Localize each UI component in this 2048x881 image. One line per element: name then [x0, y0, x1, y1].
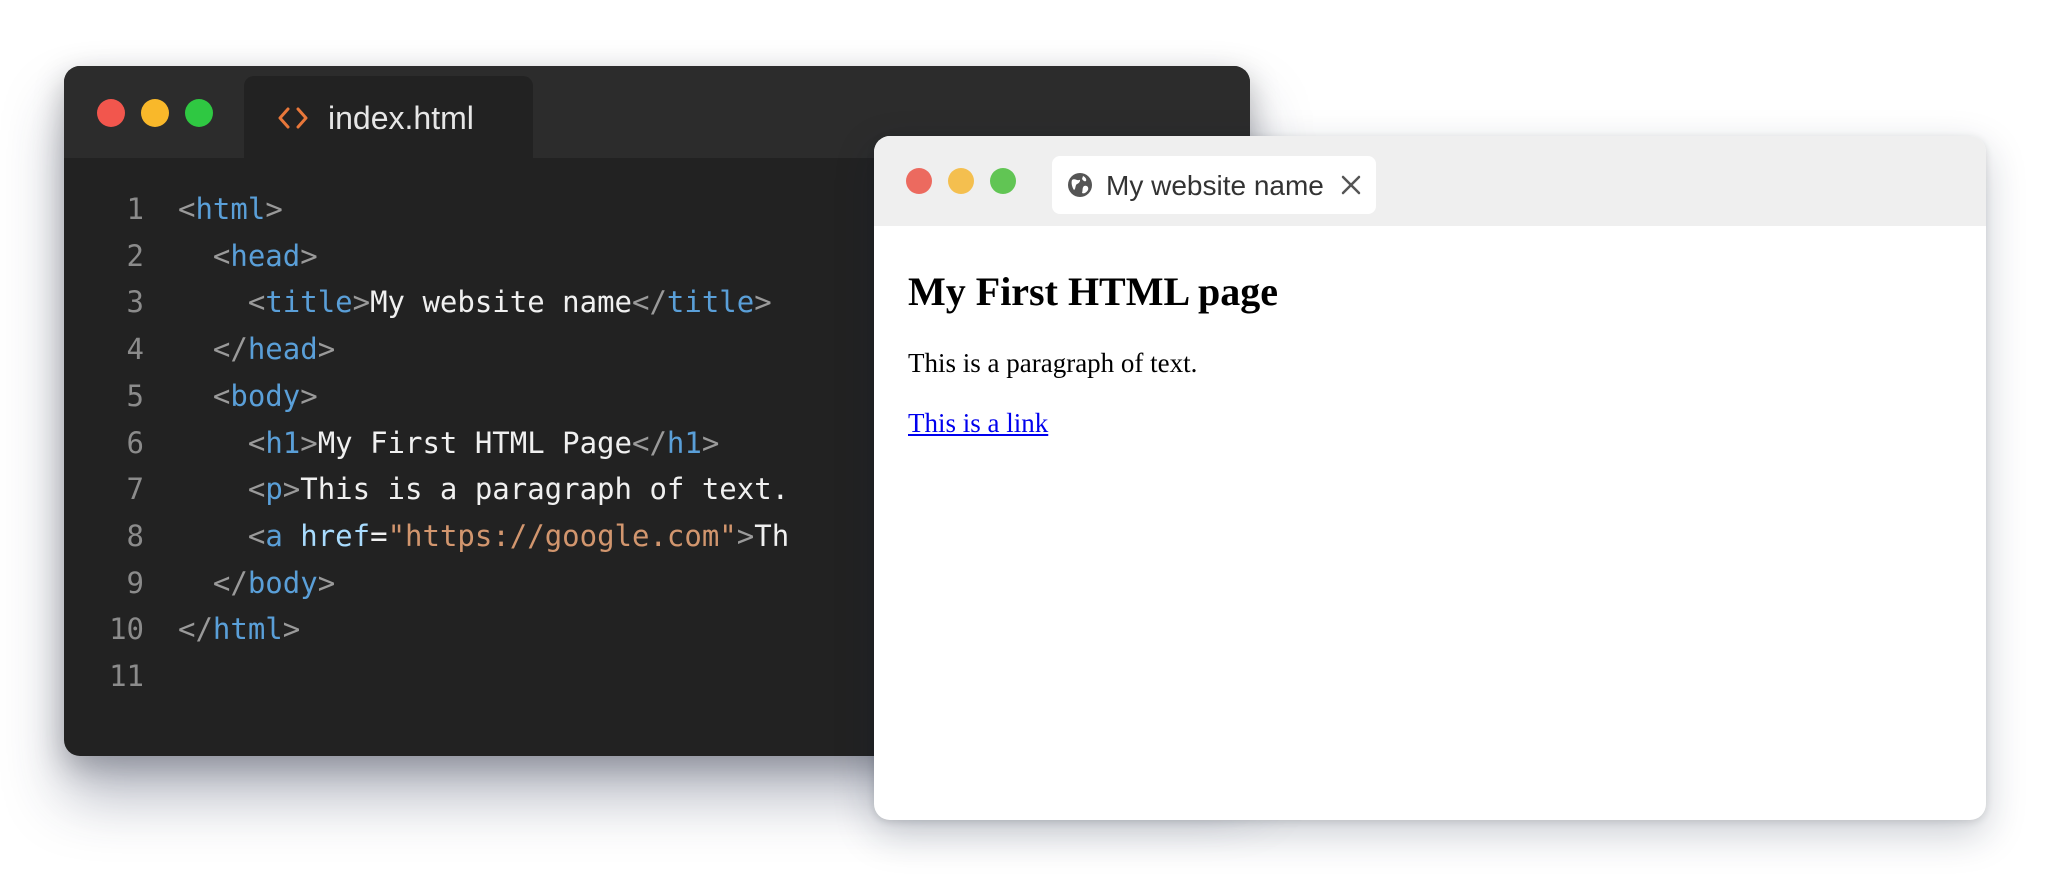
code-text: <p>This is a paragraph of text. [247, 472, 790, 507]
code-text: <h1>My First HTML Page</h1> [247, 425, 720, 460]
browser-window: My website name My First HTML page This … [874, 136, 1986, 820]
browser-close-button[interactable] [906, 168, 932, 194]
close-icon[interactable] [1340, 174, 1362, 196]
code-text: <html> [178, 192, 283, 226]
line-number: 8 [126, 518, 144, 553]
line-number: 5 [126, 378, 144, 413]
code-text: </head> [212, 332, 336, 367]
line-number: 11 [109, 659, 144, 693]
code-text: <a href="https://google.com">Th [247, 518, 790, 553]
close-window-button[interactable] [97, 99, 125, 127]
line-number: 6 [126, 425, 144, 460]
line-number: 9 [126, 565, 144, 600]
browser-title-bar: My website name [874, 136, 1986, 226]
page-heading: My First HTML page [908, 269, 1278, 314]
browser-tab[interactable]: My website name [1052, 156, 1376, 214]
code-text: <body> [212, 378, 318, 413]
editor-tab-index-html[interactable]: index.html [244, 76, 533, 158]
line-number: 4 [126, 332, 144, 367]
code-icon [278, 107, 308, 129]
page-paragraph: This is a paragraph of text. [908, 348, 1198, 378]
browser-window-controls [906, 168, 1016, 194]
line-number: 2 [126, 238, 144, 273]
browser-minimize-button[interactable] [948, 168, 974, 194]
line-number: 10 [109, 612, 144, 647]
globe-icon [1068, 173, 1092, 197]
code-text: <title>My website name</title> [247, 285, 772, 320]
window-controls [97, 99, 213, 127]
minimize-window-button[interactable] [141, 99, 169, 127]
code-text: </body> [212, 565, 336, 600]
line-number: 1 [126, 192, 144, 226]
code-text: <head> [212, 238, 318, 273]
page-link[interactable]: This is a link [908, 408, 1048, 439]
editor-tab-label: index.html [328, 100, 474, 136]
code-text: </html> [178, 612, 301, 647]
line-number: 3 [126, 285, 144, 320]
maximize-window-button[interactable] [185, 99, 213, 127]
rendered-page: My First HTML page This is a paragraph o… [874, 226, 1986, 820]
browser-tab-label: My website name [1106, 170, 1324, 201]
browser-maximize-button[interactable] [990, 168, 1016, 194]
line-number: 7 [126, 472, 144, 507]
